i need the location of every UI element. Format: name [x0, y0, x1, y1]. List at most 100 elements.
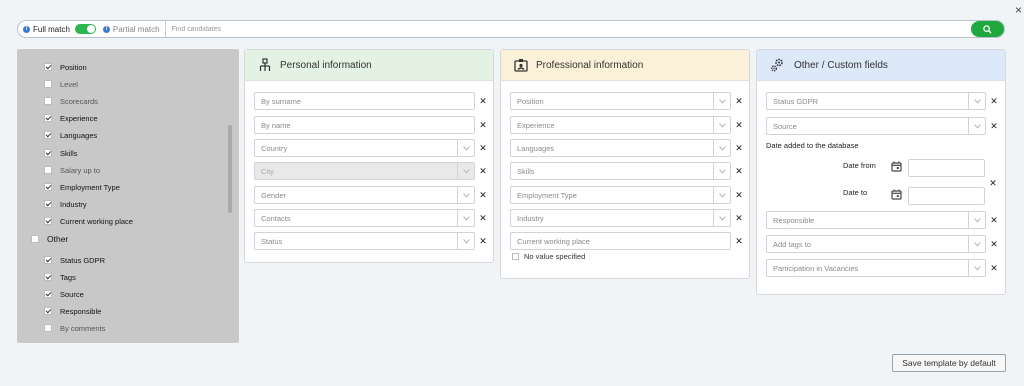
checkbox[interactable] [44, 256, 52, 264]
close-icon[interactable]: ✕ [479, 96, 487, 107]
chevron-down-icon[interactable] [457, 140, 474, 156]
calendar-icon[interactable] [891, 189, 902, 200]
checkbox[interactable] [44, 273, 52, 281]
chevron-down-icon[interactable] [713, 187, 730, 203]
match-toggle[interactable] [74, 24, 96, 34]
search-input[interactable] [165, 25, 971, 33]
chevron-down-icon[interactable] [713, 210, 730, 226]
date-from-input[interactable] [908, 159, 985, 177]
date-added-heading: Date added to the database [766, 141, 859, 150]
checkbox[interactable] [44, 307, 52, 315]
checkbox[interactable] [44, 324, 52, 332]
industry-select[interactable]: Industry [510, 209, 731, 227]
sidebar-item-source[interactable]: Source [44, 288, 84, 300]
chevron-down-icon[interactable] [713, 140, 730, 156]
chevron-down-icon[interactable] [968, 212, 985, 228]
source-select[interactable]: Source [766, 117, 986, 135]
checkbox[interactable] [44, 131, 52, 139]
search-button[interactable] [971, 21, 1004, 37]
experience-select[interactable]: Experience [510, 116, 731, 134]
sidebar-item-current-working-place[interactable]: Current working place [44, 215, 133, 227]
close-icon[interactable]: ✕ [735, 213, 743, 224]
close-icon[interactable]: ✕ [990, 96, 998, 107]
checkbox[interactable] [44, 166, 52, 174]
tags-select[interactable]: Add tags to [766, 235, 986, 253]
checkbox[interactable] [44, 183, 52, 191]
languages-select[interactable]: Languages [510, 139, 731, 157]
sidebar-item-position[interactable]: Position [44, 61, 87, 73]
sidebar-item-employment-type[interactable]: Employment Type [44, 181, 120, 193]
responsible-field: Responsible ✕ [766, 211, 998, 229]
save-template-button[interactable]: Save template by default [892, 354, 1006, 372]
country-select[interactable]: Country [254, 139, 475, 157]
close-icon[interactable]: ✕ [479, 143, 487, 154]
close-icon[interactable]: ✕ [735, 190, 743, 201]
close-icon[interactable]: ✕ [990, 215, 998, 226]
chevron-down-icon[interactable] [713, 93, 730, 109]
close-icon[interactable]: ✕ [735, 143, 743, 154]
close-icon[interactable]: ✕ [735, 120, 743, 131]
sidebar-item-tags[interactable]: Tags [44, 271, 76, 283]
responsible-select[interactable]: Responsible [766, 211, 986, 229]
checkbox[interactable] [44, 114, 52, 122]
current-working-place-input[interactable]: Current working place [510, 232, 731, 250]
sidebar-item-responsible[interactable]: Responsible [44, 305, 101, 317]
position-select[interactable]: Position [510, 92, 731, 110]
close-icon[interactable]: ✕ [735, 236, 743, 247]
close-icon[interactable]: ✕ [990, 239, 998, 250]
sidebar-item-languages[interactable]: Languages [44, 129, 97, 141]
sidebar-item-status-gdpr[interactable]: Status GDPR [44, 254, 105, 266]
chevron-down-icon[interactable] [457, 233, 474, 249]
close-icon[interactable]: ✕ [479, 236, 487, 247]
checkbox[interactable] [44, 97, 52, 105]
close-icon[interactable]: ✕ [990, 263, 998, 274]
skills-select[interactable]: Skills [510, 162, 731, 180]
gender-select[interactable]: Gender [254, 186, 475, 204]
contacts-select[interactable]: Contacts [254, 209, 475, 227]
chevron-down-icon[interactable] [968, 93, 985, 109]
checkbox[interactable] [44, 149, 52, 157]
chevron-down-icon[interactable] [968, 236, 985, 252]
sidebar-item-by-comments[interactable]: By comments [44, 322, 105, 334]
chevron-down-icon[interactable] [457, 187, 474, 203]
checkbox[interactable] [44, 217, 52, 225]
sidebar-item-level[interactable]: Level [44, 78, 78, 90]
chevron-down-icon[interactable] [713, 163, 730, 179]
employment-type-select[interactable]: Employment Type [510, 186, 731, 204]
sidebar-scrollbar[interactable] [228, 125, 232, 213]
sidebar-item-skills[interactable]: Skills [44, 147, 78, 159]
chevron-down-icon[interactable] [968, 260, 985, 276]
close-icon[interactable]: ✕ [990, 121, 998, 132]
panel-header: Personal information [245, 50, 493, 81]
close-icon[interactable]: ✕ [479, 190, 487, 201]
sidebar-item-salary[interactable]: Salary up to [44, 164, 100, 176]
sidebar-item-experience[interactable]: Experience [44, 112, 98, 124]
calendar-icon[interactable] [891, 161, 902, 172]
name-input[interactable]: By name [254, 116, 475, 134]
checkbox[interactable] [44, 290, 52, 298]
sidebar-group-other[interactable]: Other [31, 234, 68, 244]
checkbox[interactable] [44, 63, 52, 71]
date-to-input[interactable] [908, 187, 985, 205]
close-icon[interactable]: × [1015, 3, 1022, 17]
chevron-down-icon[interactable] [968, 118, 985, 134]
close-icon[interactable]: ✕ [479, 120, 487, 131]
checkbox[interactable] [512, 253, 519, 260]
sidebar-item-industry[interactable]: Industry [44, 198, 87, 210]
close-icon[interactable]: ✕ [989, 178, 997, 189]
chevron-down-icon[interactable] [713, 117, 730, 133]
no-value-checkbox-row[interactable]: No value specified [512, 252, 585, 261]
surname-input[interactable]: By surname [254, 92, 475, 110]
chevron-down-icon[interactable] [457, 210, 474, 226]
status-gdpr-select[interactable]: Status GDPR [766, 92, 986, 110]
checkbox[interactable] [44, 200, 52, 208]
checkbox[interactable] [31, 235, 39, 243]
sidebar-item-scorecards[interactable]: Scorecards [44, 95, 98, 107]
close-icon[interactable]: ✕ [735, 166, 743, 177]
close-icon[interactable]: ✕ [479, 213, 487, 224]
status-select[interactable]: Status [254, 232, 475, 250]
close-icon[interactable]: ✕ [735, 96, 743, 107]
close-icon[interactable]: ✕ [479, 166, 487, 177]
checkbox[interactable] [44, 80, 52, 88]
vacancies-select[interactable]: Participation in Vacancies [766, 259, 986, 277]
